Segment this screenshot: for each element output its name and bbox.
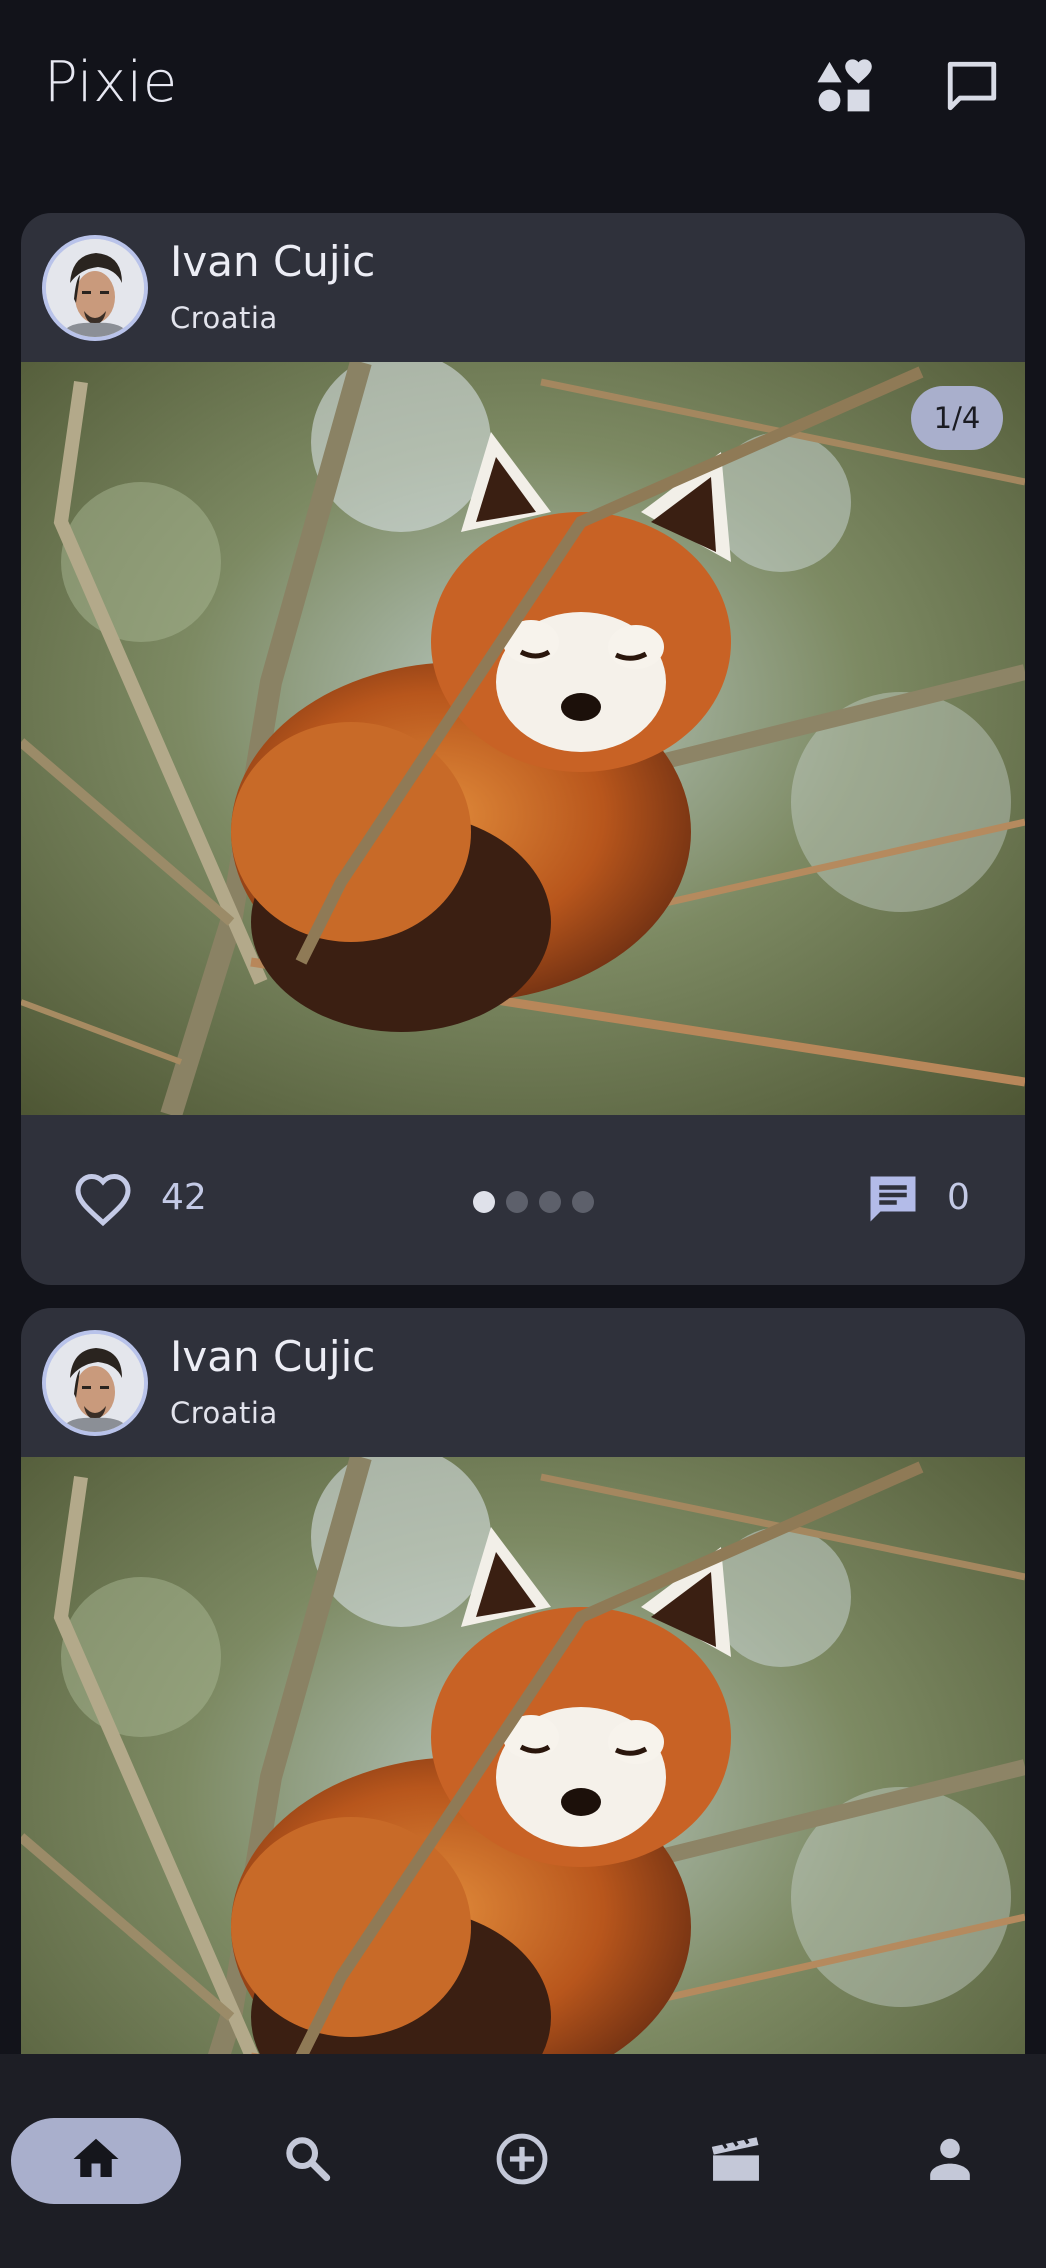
image-counter-badge: 1/4 (911, 386, 1003, 450)
avatar[interactable] (42, 1330, 148, 1436)
carousel-dot (506, 1191, 528, 1213)
post-header: Ivan Cujic Croatia (21, 213, 1025, 362)
comment-count: 0 (947, 1177, 970, 1218)
shapes-icon[interactable] (814, 56, 874, 116)
carousel-dot-active (473, 1191, 495, 1213)
carousel-indicator (473, 1191, 594, 1213)
heart-icon[interactable] (73, 1171, 133, 1227)
add-circle-icon (493, 2130, 551, 2192)
post-location: Croatia (170, 1396, 278, 1430)
carousel-dot (572, 1191, 594, 1213)
nav-videos[interactable] (696, 2118, 776, 2204)
post-author-name[interactable]: Ivan Cujic (170, 1332, 375, 1381)
post-image[interactable] (21, 1457, 1025, 2054)
chat-bubble-icon[interactable] (942, 56, 1002, 116)
avatar[interactable] (42, 235, 148, 341)
nav-add-post[interactable] (482, 2118, 562, 2204)
post-image[interactable]: 1/4 (21, 362, 1025, 1115)
post-card: Ivan Cujic Croatia (21, 213, 1025, 1285)
avatar-image (46, 239, 144, 337)
like-count: 42 (161, 1177, 207, 1218)
post-feed[interactable]: Ivan Cujic Croatia 1/4 42 0 Ivan Cujic C… (0, 0, 1046, 2054)
post-actions: 42 0 (21, 1115, 1025, 1285)
person-icon (922, 2131, 978, 2191)
top-app-bar: Pixie (0, 0, 1046, 170)
post-location: Croatia (170, 301, 278, 335)
bottom-navigation (0, 2054, 1046, 2268)
nav-profile[interactable] (910, 2118, 990, 2204)
home-icon (69, 2132, 123, 2190)
avatar-image (46, 1334, 144, 1432)
app-title: Pixie (44, 50, 178, 115)
nav-search[interactable] (268, 2118, 348, 2204)
movie-clapper-icon (707, 2130, 765, 2192)
post-author-name[interactable]: Ivan Cujic (170, 237, 375, 286)
post-header: Ivan Cujic Croatia (21, 1308, 1025, 1457)
comment-icon[interactable] (863, 1169, 923, 1229)
search-icon (280, 2131, 336, 2191)
app-screen: Ivan Cujic Croatia 1/4 42 0 Ivan Cujic C… (0, 0, 1046, 2268)
post-card: Ivan Cujic Croatia (21, 1308, 1025, 2054)
carousel-dot (539, 1191, 561, 1213)
nav-home[interactable] (11, 2118, 181, 2204)
